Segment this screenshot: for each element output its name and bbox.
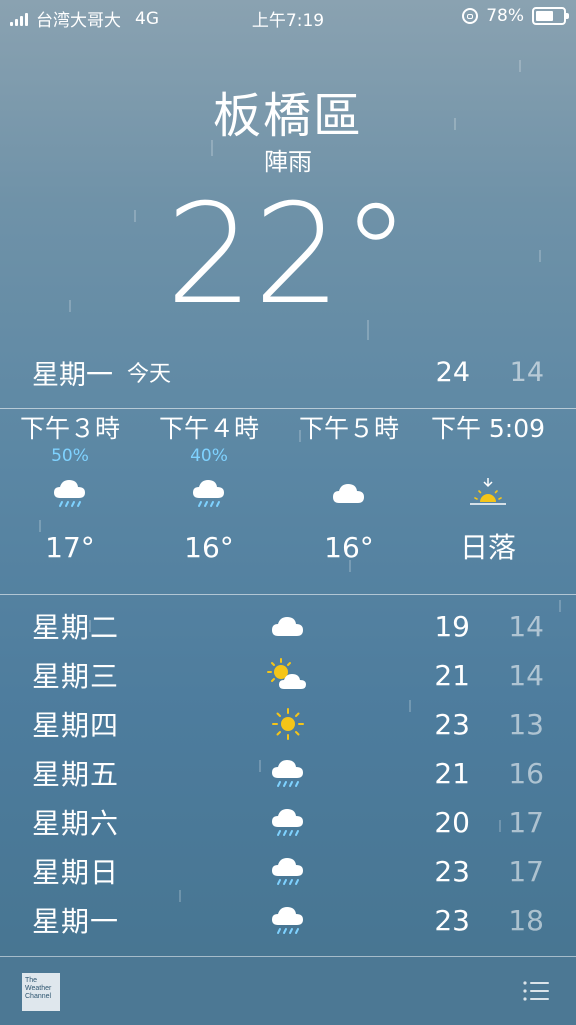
day-name: 星期五	[32, 758, 120, 791]
list-icon[interactable]	[522, 979, 550, 1003]
daily-row: 星期一 23 18	[32, 896, 544, 944]
day-high: 21	[434, 756, 470, 790]
day-name: 星期二	[32, 611, 120, 644]
day-low: 18	[508, 903, 544, 937]
hour-temperature: 16°	[184, 531, 234, 564]
today-label: 今天	[127, 362, 172, 387]
day-high: 23	[434, 854, 470, 888]
precip-chance: 40%	[190, 446, 228, 466]
today-summary-row: 星期一 今天 24 14	[32, 352, 544, 392]
partly-sunny-icon	[266, 653, 310, 697]
day-high: 23	[434, 707, 470, 741]
rain-cloud-icon	[266, 898, 310, 942]
rain-cloud-icon	[139, 466, 279, 520]
rain-cloud-icon	[266, 751, 310, 795]
day-name: 星期三	[32, 660, 120, 693]
hour-temperature: 17°	[45, 531, 95, 564]
orientation-lock-icon	[462, 8, 479, 24]
rain-cloud-icon	[266, 800, 310, 844]
daily-row: 星期六 20 17	[32, 798, 544, 846]
daily-row: 星期日 23 17	[32, 847, 544, 895]
sunset-icon	[418, 466, 558, 520]
weather-channel-logo[interactable]: The Weather Channel	[22, 973, 60, 1011]
day-high: 20	[434, 805, 470, 839]
hourly-item: 下午４時 40% 16°	[139, 412, 279, 570]
hourly-forecast[interactable]: 下午３時 50% 17° 下午４時 40% 16° 下午５時 16° 下午 5:…	[0, 412, 576, 592]
divider	[0, 594, 576, 595]
today-high: 24	[435, 356, 470, 388]
precip-chance	[279, 446, 419, 466]
hour-time: 下午 5:09	[430, 414, 546, 443]
day-low: 17	[508, 854, 544, 888]
rain-cloud-icon	[266, 849, 310, 893]
day-name: 星期一	[32, 905, 120, 938]
daily-row: 星期三 21 14	[32, 651, 544, 699]
day-high: 19	[434, 609, 470, 643]
hour-time: 下午３時	[19, 414, 120, 443]
day-low: 17	[508, 805, 544, 839]
day-low: 16	[508, 756, 544, 790]
rain-cloud-icon	[0, 466, 140, 520]
today-day: 星期一	[32, 359, 113, 391]
hour-time: 下午５時	[298, 414, 399, 443]
daily-row: 星期四 23 13	[32, 700, 544, 748]
precip-chance: 50%	[51, 446, 89, 466]
day-high: 23	[434, 903, 470, 937]
day-low: 14	[508, 658, 544, 692]
day-name: 星期日	[32, 856, 120, 889]
battery-percent: 78%	[486, 6, 524, 26]
cloud-icon	[266, 604, 310, 648]
divider	[0, 408, 576, 409]
city-name: 板橋區	[212, 88, 363, 144]
day-name: 星期六	[32, 807, 120, 840]
day-high: 21	[434, 658, 470, 692]
cloud-icon	[279, 466, 419, 520]
hour-temperature: 日落	[459, 531, 516, 564]
hourly-item: 下午５時 16°	[279, 412, 419, 570]
day-name: 星期四	[32, 709, 120, 742]
hourly-item: 下午３時 50% 17°	[0, 412, 140, 570]
status-bar: 台湾大哥大 4G 上午7:19 78%	[0, 0, 576, 34]
hour-temperature: 16°	[324, 531, 374, 564]
daily-row: 星期五 21 16	[32, 749, 544, 797]
battery-icon	[532, 7, 569, 25]
bottom-toolbar: The Weather Channel	[0, 956, 576, 1025]
hour-time: 下午４時	[158, 414, 259, 443]
day-low: 13	[508, 707, 544, 741]
today-low: 14	[509, 356, 544, 388]
current-temperature: 22°	[165, 174, 411, 335]
weather-condition: 陣雨	[264, 148, 312, 176]
hourly-item: 下午 5:09 日落	[418, 412, 558, 570]
daily-row: 星期二 19 14	[32, 602, 544, 650]
precip-chance	[418, 446, 558, 466]
sun-icon	[266, 702, 310, 746]
day-low: 14	[508, 609, 544, 643]
